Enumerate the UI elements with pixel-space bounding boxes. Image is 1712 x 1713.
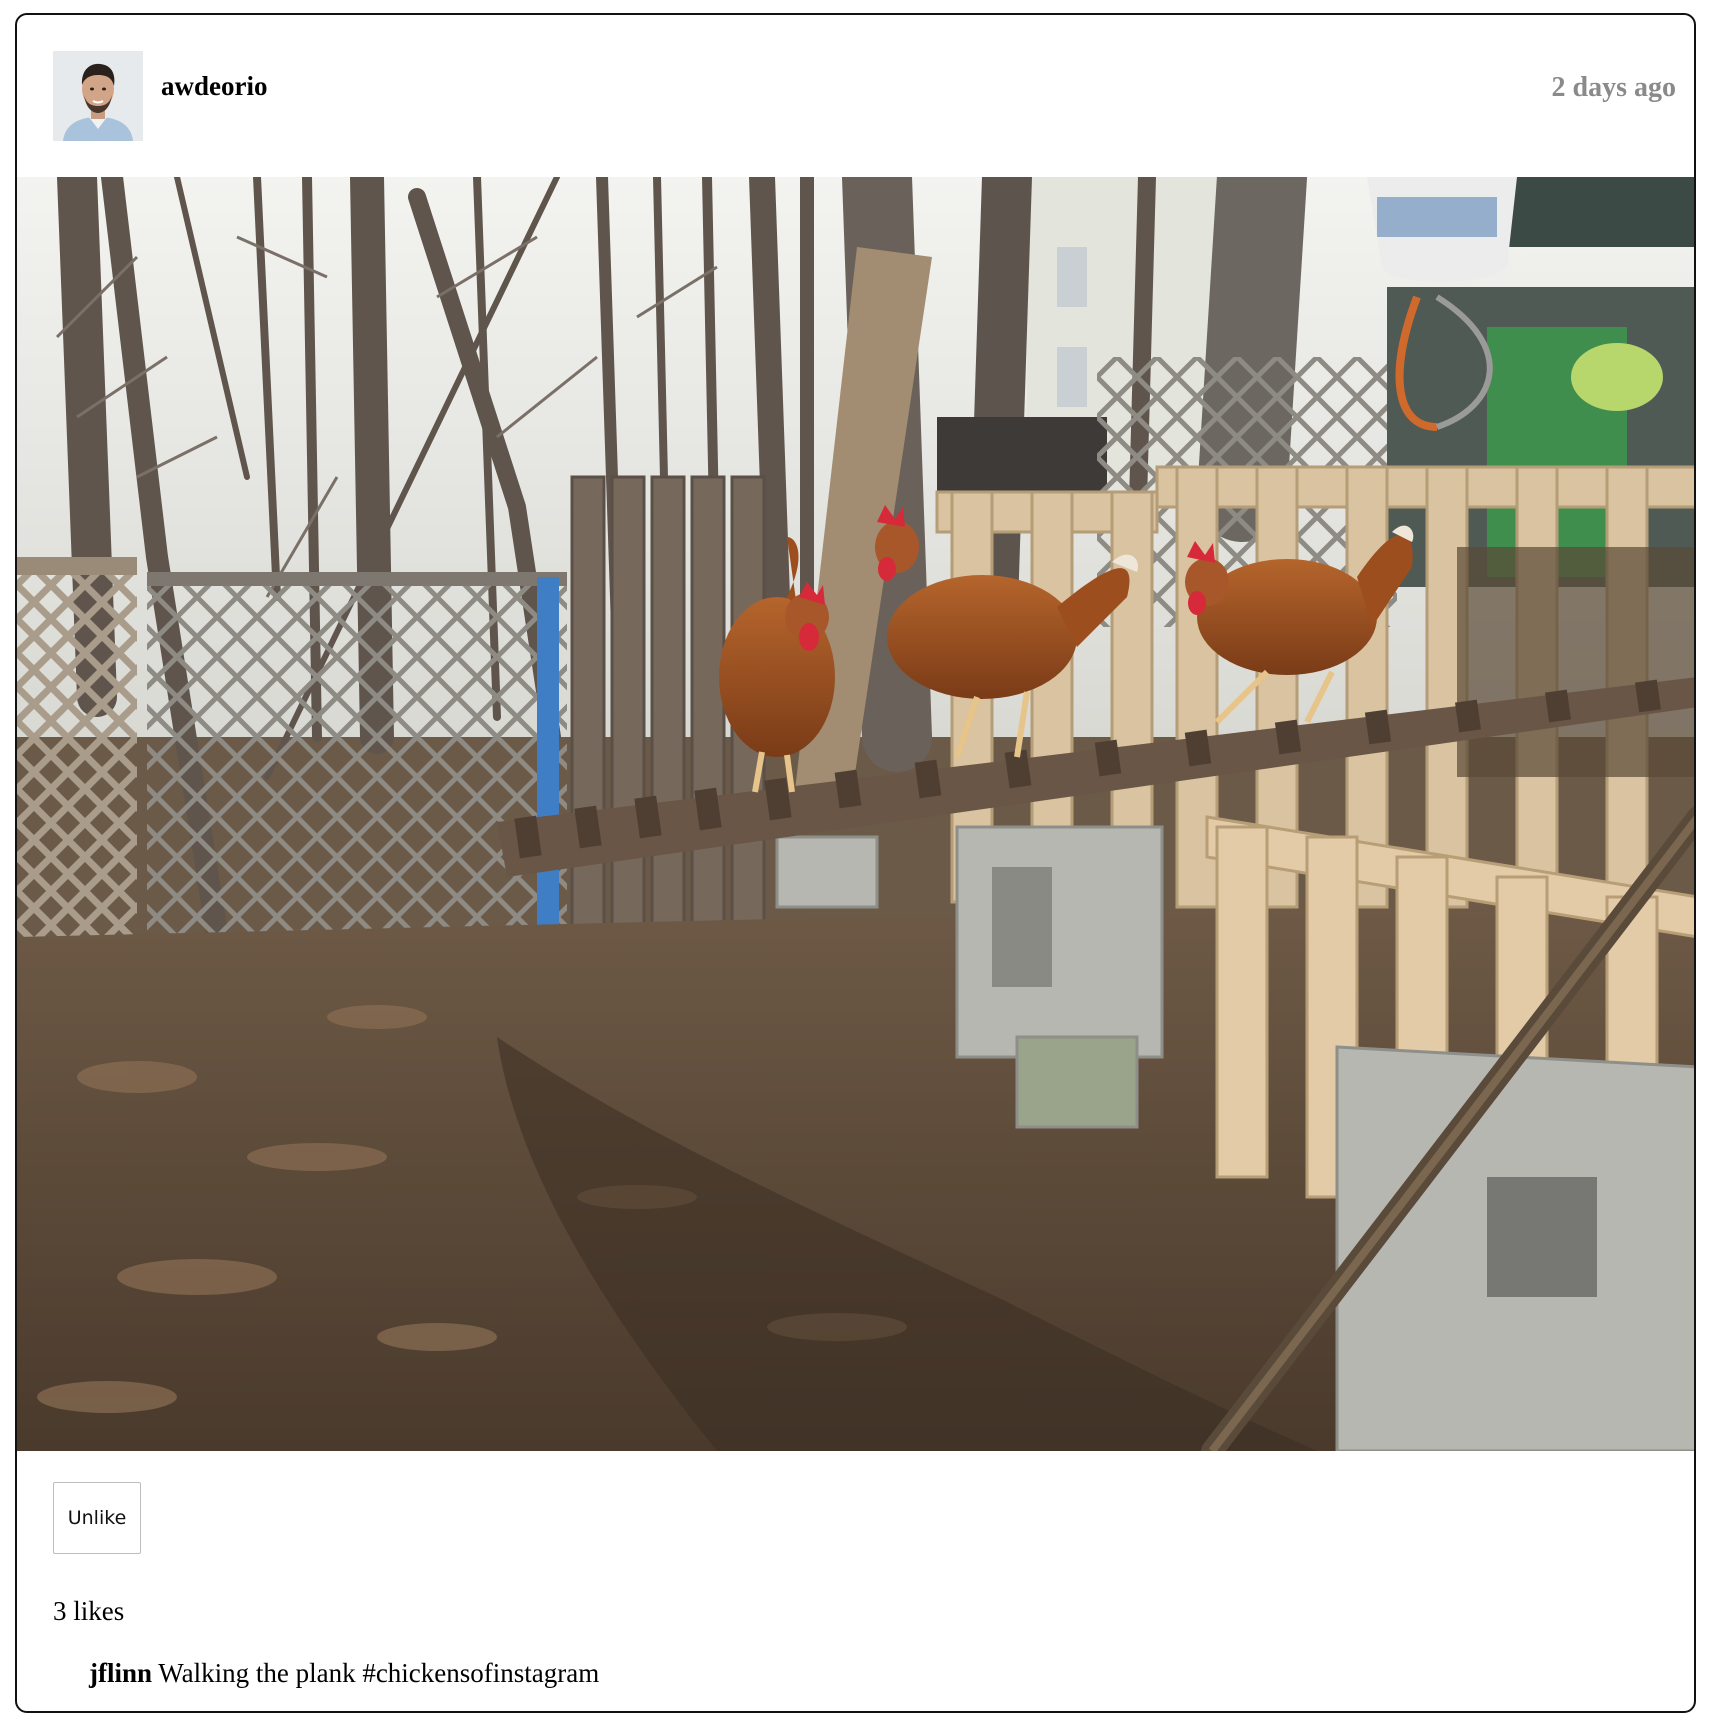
likes-count: 3 likes	[53, 1596, 125, 1626]
comment-owner-link[interactable]: jflinn	[89, 1658, 152, 1688]
post-image[interactable]	[17, 177, 1694, 1451]
comment-text: Walking the plank #chickensofinstagram	[158, 1658, 600, 1688]
unlike-button[interactable]: Unlike	[53, 1482, 141, 1554]
post-card: awdeorio 2 days ago Unlike 3 likes jflin…	[15, 13, 1696, 1713]
post-header: awdeorio 2 days ago	[17, 15, 1694, 175]
profile-photo-icon	[53, 51, 143, 141]
post-owner-link[interactable]: awdeorio	[161, 71, 267, 102]
avatar[interactable]	[53, 51, 143, 141]
post-timestamp-link[interactable]: 2 days ago	[1552, 72, 1676, 104]
chickens-photo-icon	[17, 177, 1694, 1451]
